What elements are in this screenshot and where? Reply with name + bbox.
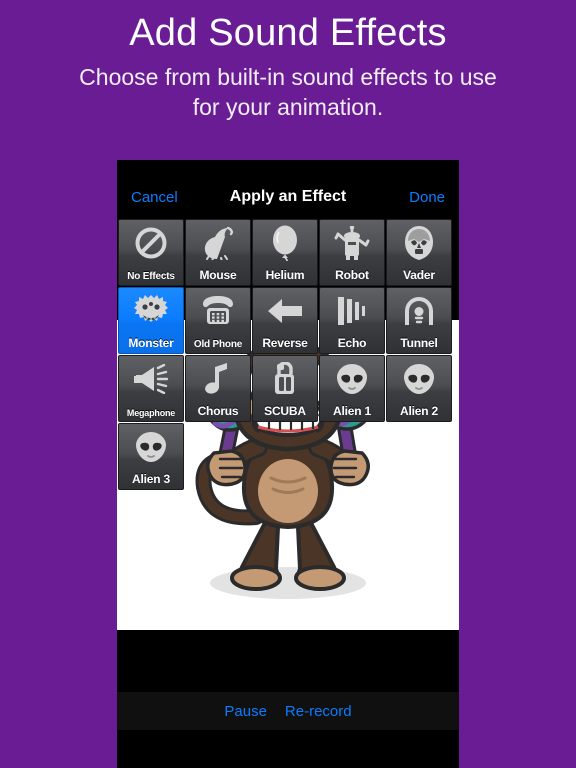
effects-grid[interactable]: No Effects Mouse Helium Robot Vader Monster Ol… (117, 218, 459, 490)
effect-label: No Effects (127, 271, 175, 282)
left-arrow-icon (253, 291, 317, 331)
effect-label: Echo (337, 336, 367, 350)
effect-cell-tunnel[interactable]: Tunnel (386, 287, 452, 354)
effect-cell-no-effects[interactable]: No Effects (118, 219, 184, 286)
effect-label: SCUBA (264, 404, 306, 418)
page-subtitle: Choose from built-in sound effects to us… (79, 63, 497, 121)
device-screenshot: Cancel Apply an Effect Done No Effects M… (117, 160, 459, 768)
no-effects-icon (119, 223, 183, 263)
effect-cell-chorus[interactable]: Chorus (185, 355, 251, 422)
effect-label: Alien 3 (132, 472, 170, 486)
effect-cell-old-phone[interactable]: Old Phone (185, 287, 251, 354)
echo-bars-icon (320, 291, 384, 331)
effect-cell-helium[interactable]: Helium (252, 219, 318, 286)
effect-cell-vader[interactable]: Vader (386, 219, 452, 286)
vader-helmet-icon (387, 223, 451, 263)
effect-label: Monster (128, 336, 174, 350)
effect-cell-alien-1[interactable]: Alien 1 (319, 355, 385, 422)
effect-label: Reverse (262, 336, 308, 350)
effect-label: Helium (265, 268, 305, 282)
effect-cell-reverse[interactable]: Reverse (252, 287, 318, 354)
effect-cell-robot[interactable]: Robot (319, 219, 385, 286)
mouse-icon (186, 223, 250, 263)
effect-label: Old Phone (193, 339, 243, 350)
megaphone-icon (119, 359, 183, 399)
rotary-phone-icon (186, 291, 250, 331)
effect-cell-monster[interactable]: Monster (118, 287, 184, 354)
scuba-tank-icon (253, 359, 317, 399)
effect-label: Megaphone (126, 408, 176, 418)
tunnel-icon (387, 291, 451, 331)
robot-icon (320, 223, 384, 263)
effect-label: Vader (403, 268, 435, 282)
monster-icon (119, 291, 183, 331)
effect-cell-mouse[interactable]: Mouse (185, 219, 251, 286)
effect-cell-scuba[interactable]: SCUBA (252, 355, 318, 422)
effect-label: Alien 2 (400, 404, 438, 418)
status-bar (117, 160, 459, 182)
alien-head-icon (320, 359, 384, 399)
alien-head-icon (119, 427, 183, 467)
effect-cell-megaphone[interactable]: Megaphone (118, 355, 184, 422)
alien-head-icon (387, 359, 451, 399)
effect-label: Tunnel (400, 336, 438, 350)
nav-title: Apply an Effect (229, 188, 347, 205)
effect-label: Chorus (197, 404, 239, 418)
effect-label: Alien 1 (333, 404, 371, 418)
music-note-icon (186, 359, 250, 399)
nav-bar: Cancel Apply an Effect Done (117, 182, 459, 218)
effect-cell-alien-3[interactable]: Alien 3 (118, 423, 184, 490)
pause-button[interactable]: Pause (224, 703, 267, 720)
effect-cell-alien-2[interactable]: Alien 2 (386, 355, 452, 422)
bottom-toolbar: Pause Re-record (117, 692, 459, 730)
player-area: Pause Re-record (117, 630, 459, 730)
done-button[interactable]: Done (409, 189, 445, 206)
balloon-icon (253, 223, 317, 263)
effect-label: Mouse (199, 268, 237, 282)
promo-header: Add Sound Effects Choose from built-in s… (0, 0, 576, 122)
rerecord-button[interactable]: Re-record (285, 703, 352, 720)
effect-cell-echo[interactable]: Echo (319, 287, 385, 354)
page-title: Add Sound Effects (129, 12, 447, 54)
effect-label: Robot (335, 268, 369, 282)
